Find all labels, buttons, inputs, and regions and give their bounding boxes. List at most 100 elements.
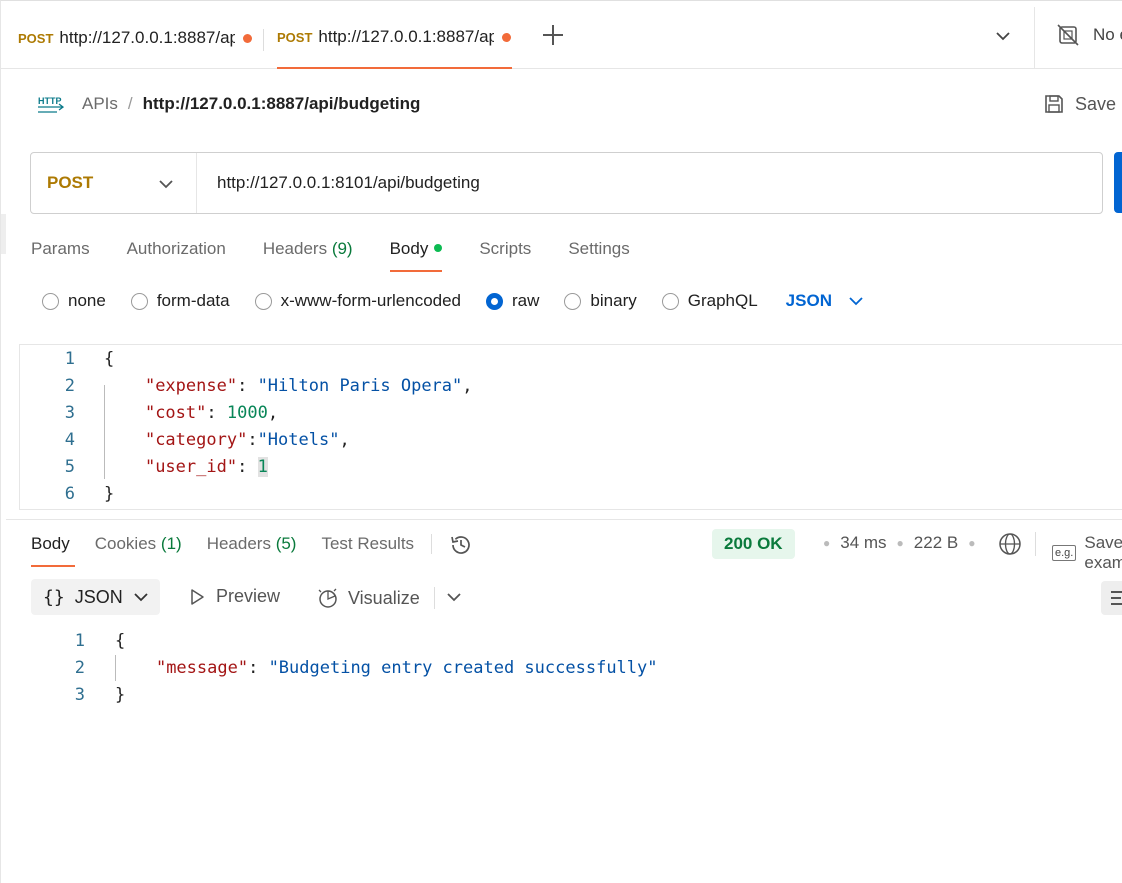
json-value: 1: [257, 457, 268, 477]
breadcrumb-collection[interactable]: APIs: [82, 94, 118, 114]
url-bar: POST http://127.0.0.1:8101/api/budgeting: [30, 152, 1103, 214]
response-time[interactable]: 34 ms: [840, 533, 886, 553]
json-key: "user_id": [144, 457, 238, 477]
radio-circle-icon: [661, 292, 679, 310]
sidebar-edge: [1, 214, 6, 254]
request-tab-bar: POST http://127.0.0.1:8887/api/budgeting…: [1, 7, 1122, 69]
save-icon: [1045, 95, 1063, 113]
breadcrumb: HTTP APIs / http://127.0.0.1:8887/api/bu…: [37, 93, 420, 115]
body-type-selector: none form-data x-www-form-urlencoded raw…: [42, 291, 864, 311]
example-icon: e.g.: [1052, 545, 1077, 561]
method-selector[interactable]: POST: [31, 153, 197, 213]
tab-url: http://127.0.0.1:8887/api/budgeting: [59, 28, 235, 47]
response-tabs: Body Cookies (1) Headers (5) Test Result…: [31, 533, 474, 567]
json-key: "category": [144, 430, 248, 450]
radio-circle-icon: [42, 292, 59, 310]
request-tab[interactable]: POST http://127.0.0.1:8887/api/budgeting: [18, 7, 253, 69]
environment-label: No environment: [1093, 25, 1122, 44]
radio-selected-icon: [486, 292, 504, 310]
line-number: 4: [64, 430, 75, 450]
radio-graphql[interactable]: GraphQL: [661, 291, 758, 311]
tab-settings[interactable]: Settings: [568, 239, 629, 273]
radio-form-data[interactable]: form-data: [130, 291, 230, 311]
divider: [1035, 532, 1036, 556]
json-value: "Budgeting entry created successfully": [268, 658, 658, 678]
breadcrumb-separator: /: [127, 94, 133, 113]
response-tab-cookies[interactable]: Cookies (1): [95, 533, 182, 567]
save-button[interactable]: Save: [1043, 93, 1116, 115]
status-badge[interactable]: 200 OK: [712, 529, 795, 559]
braces-icon: {}: [43, 586, 65, 608]
visualize-icon: [318, 588, 337, 608]
unsaved-dot-icon: [502, 32, 512, 42]
body-format-label: JSON: [785, 291, 832, 310]
wrap-lines-button[interactable]: [1101, 581, 1122, 615]
request-body-editor[interactable]: 1{ 2 "expense": "Hilton Paris Opera", 3 …: [19, 344, 1122, 510]
response-format-dropdown[interactable]: {} JSON: [31, 579, 160, 615]
response-tab-body[interactable]: Body: [31, 533, 75, 567]
radio-raw[interactable]: raw: [486, 291, 539, 311]
tab-list-chevron-down-icon[interactable]: [993, 29, 1013, 43]
line-number: 3: [64, 403, 75, 423]
response-body-viewer[interactable]: 1{ 2 "message": "Budgeting entry created…: [31, 628, 931, 718]
chevron-down-icon: [134, 593, 148, 602]
divider: [434, 587, 435, 609]
tab-count: (9): [331, 239, 353, 258]
divider: [1034, 7, 1035, 69]
tab-method: POST: [18, 30, 54, 46]
tab-headers[interactable]: Headers (9): [263, 239, 353, 273]
radio-label: raw: [512, 291, 540, 310]
tab-params[interactable]: Params: [31, 239, 90, 273]
request-tab-active[interactable]: POST http://127.0.0.1:8887/api/budgeting: [277, 7, 512, 69]
tab-label: Settings: [568, 239, 630, 258]
request-tabs: Params Authorization Headers (9) Body Sc…: [31, 239, 667, 273]
line-number: 1: [64, 349, 75, 369]
visualize-label: Visualize: [348, 587, 420, 608]
line-number: 6: [64, 484, 75, 504]
body-format-dropdown[interactable]: JSON: [786, 291, 864, 311]
chevron-down-icon[interactable]: [446, 591, 462, 603]
tab-authorization[interactable]: Authorization: [127, 239, 226, 273]
body-indicator-dot-icon: [434, 243, 443, 252]
wrap-lines-icon: [1111, 591, 1122, 593]
tab-label: Body: [389, 239, 429, 258]
radio-label: binary: [590, 291, 637, 310]
radio-binary[interactable]: binary: [564, 291, 637, 311]
json-key: "message": [155, 658, 249, 678]
json-value: "Hilton Paris Opera": [257, 376, 463, 396]
request-name[interactable]: http://127.0.0.1:8887/api/budgeting: [143, 94, 421, 114]
response-meta: ● 34 ms ● 222 B ●: [823, 533, 976, 553]
response-tab-test-results[interactable]: Test Results: [321, 533, 414, 567]
environment-selector[interactable]: No environment: [1057, 24, 1122, 46]
send-button[interactable]: [1114, 152, 1122, 213]
tab-body[interactable]: Body: [389, 239, 443, 273]
tab-label: Body: [31, 534, 70, 553]
json-key: "expense": [144, 376, 238, 396]
response-size[interactable]: 222 B: [914, 533, 958, 553]
response-tab-headers[interactable]: Headers (5): [207, 533, 297, 567]
network-globe-icon[interactable]: [998, 532, 1022, 556]
radio-none[interactable]: none: [42, 291, 106, 311]
format-label: JSON: [74, 586, 123, 607]
no-environment-icon: [1057, 24, 1079, 46]
preview-button[interactable]: Preview: [188, 586, 280, 607]
url-input[interactable]: http://127.0.0.1:8101/api/budgeting: [197, 173, 480, 193]
tab-scripts[interactable]: Scripts: [479, 239, 531, 273]
save-label: Save: [1075, 93, 1117, 114]
tab-label: Cookies: [94, 534, 157, 553]
radio-label: GraphQL: [687, 291, 758, 310]
save-example-label: Save as example: [1084, 533, 1122, 572]
radio-circle-icon: [564, 292, 582, 310]
new-tab-plus-icon[interactable]: [541, 23, 565, 47]
radio-label: form-data: [156, 291, 230, 310]
history-icon[interactable]: [448, 532, 474, 558]
save-as-example-button[interactable]: e.g. Save as example: [1052, 533, 1122, 573]
line-number: 2: [74, 658, 85, 678]
tab-label: Headers: [262, 239, 328, 258]
visualize-button[interactable]: Visualize: [316, 586, 420, 610]
tab-url: http://127.0.0.1:8887/api/budgeting: [318, 27, 494, 46]
radio-circle-icon: [254, 292, 272, 310]
radio-urlencoded[interactable]: x-www-form-urlencoded: [254, 291, 461, 311]
response-divider[interactable]: [6, 519, 1122, 520]
tab-label: Headers: [206, 534, 271, 553]
